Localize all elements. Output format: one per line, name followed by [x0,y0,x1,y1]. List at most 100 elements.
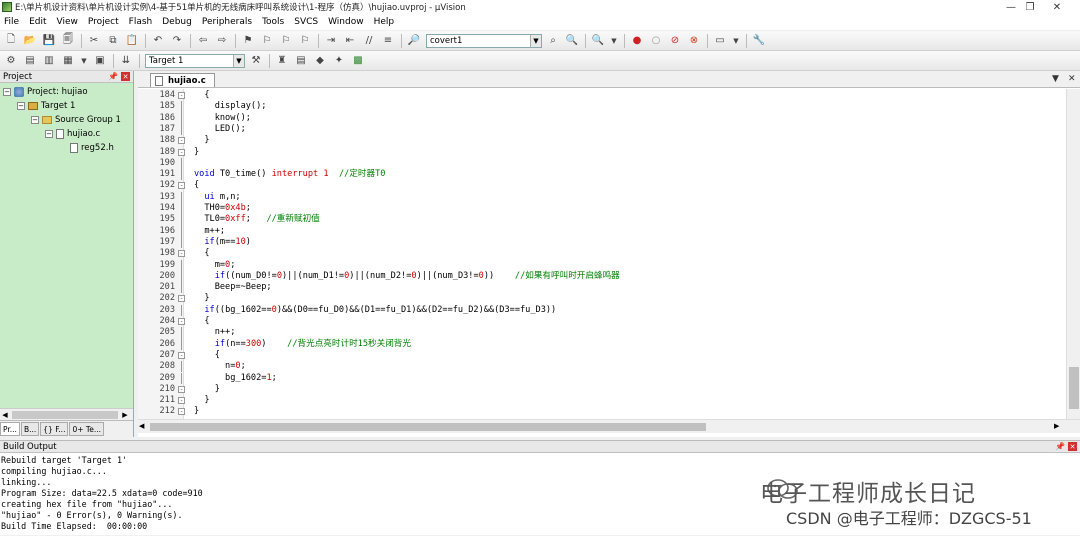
code-line[interactable]: 198- { [138,248,1068,259]
bookmark-icon[interactable]: ⚑ [241,34,255,48]
menu-svcs[interactable]: SVCS [294,17,318,27]
uncomment-icon[interactable]: ≡ [381,34,395,48]
unindent-icon[interactable]: ⇤ [343,34,357,48]
fold-toggle-icon[interactable]: - [178,295,185,303]
code-line[interactable]: 200 if((num_D0!=0)||(num_D1!=0)||(num_D2… [138,270,1068,283]
find-combo[interactable]: covert1 ▼ [426,33,542,48]
tab-books[interactable]: B... [20,422,40,436]
code-line[interactable]: 188- } [138,135,1068,146]
breakpoint-kill-all-icon[interactable]: ⊗ [687,34,701,48]
tab-list-icon[interactable]: ▼ [1052,74,1059,84]
code-line[interactable]: 207- { [138,350,1068,361]
code-line[interactable]: 186 know(); [138,112,1068,124]
translate-icon[interactable]: ⚙ [4,54,18,68]
stop-build-icon[interactable]: ▣ [93,54,107,68]
code-line[interactable]: 212-} [138,406,1068,417]
tab-templates[interactable]: 0+ Te... [69,422,104,436]
scroll-left-icon[interactable]: ◀ [139,422,144,430]
pin-icon[interactable]: 📌 [1055,442,1065,451]
new-file-icon[interactable]: 🗋 [4,34,18,48]
menu-help[interactable]: Help [374,17,395,27]
chevron-down-icon[interactable]: ▼ [530,34,541,47]
close-button[interactable]: ✕ [1034,0,1080,14]
fold-toggle-icon[interactable]: - [178,385,185,393]
menu-tools[interactable]: Tools [262,17,284,27]
chevron-down-icon[interactable]: ▼ [80,54,88,68]
tree-item-project[interactable]: − Project: hujiao [3,85,88,99]
code-line[interactable]: 195 TL0=0xff; //重新赋初值 [138,214,1068,226]
menu-flash[interactable]: Flash [129,17,153,27]
rebuild-icon[interactable]: ▥ [42,54,56,68]
scroll-left-icon[interactable]: ◀ [0,411,10,419]
project-hscrollbar[interactable]: ◀ ▶ [0,408,133,420]
undo-icon[interactable]: ↶ [151,34,165,48]
pack-installer-icon[interactable]: ✦ [332,54,346,68]
collapse-toggle[interactable]: − [31,116,39,124]
scroll-thumb[interactable] [1069,367,1079,409]
build-icon[interactable]: ▤ [23,54,37,68]
breakpoint-insert-icon[interactable]: ● [630,34,644,48]
find-icon[interactable]: 🔍 [565,34,579,48]
code-line[interactable]: 193 ui m,n; [138,191,1068,203]
menu-window[interactable]: Window [328,17,364,27]
code-line[interactable]: 202- } [138,293,1068,304]
collapse-toggle[interactable]: − [17,102,25,110]
code-line[interactable]: 208 n=0; [138,361,1068,373]
fold-toggle-icon[interactable]: - [178,137,185,145]
collapse-toggle[interactable]: − [3,88,11,96]
target-combo[interactable]: Target 1 ▼ [145,53,245,68]
fold-toggle-icon[interactable]: - [178,397,185,405]
tab-project[interactable]: Pr... [0,422,20,436]
code-line[interactable]: 192- { [138,180,1068,191]
pin-icon[interactable]: 📌 [108,72,118,81]
run-time-environment-icon[interactable]: ▩ [351,54,365,68]
file-extensions-icon[interactable]: ▤ [294,54,308,68]
editor-hscrollbar[interactable]: ◀ ▶ [138,419,1080,433]
fold-toggle-icon[interactable]: - [178,408,185,416]
incremental-find-icon[interactable]: ⌕ [546,34,560,48]
editor-vscrollbar[interactable] [1066,89,1080,419]
menu-debug[interactable]: Debug [162,17,192,27]
code-line[interactable]: 185 display(); [138,101,1068,113]
code-editor[interactable]: 184- {185 display(); 186 know(); 187 LED()… [138,89,1068,419]
indent-icon[interactable]: ⇥ [324,34,338,48]
code-line[interactable]: 206 if(n==300) //背光点亮时计时15秒关闭背光 [138,338,1068,350]
tab-hujiao-c[interactable]: hujiao.c [150,73,215,87]
code-line[interactable]: 204- { [138,316,1068,327]
close-icon[interactable]: ✕ [121,72,130,81]
fold-toggle-icon[interactable]: - [178,250,185,258]
batch-build-icon[interactable]: ▦ [61,54,75,68]
paste-icon[interactable]: 📋 [125,34,139,48]
fold-toggle-icon[interactable]: - [178,182,185,190]
chevron-down-icon[interactable]: ▼ [732,34,740,48]
comment-icon[interactable]: // [362,34,376,48]
nav-forward-icon[interactable]: ⇨ [215,34,229,48]
code-line[interactable]: 210- } [138,384,1068,395]
scroll-thumb[interactable] [12,410,118,419]
save-icon[interactable]: 💾 [42,34,56,48]
open-file-icon[interactable]: 📂 [23,34,37,48]
breakpoint-disable-icon[interactable]: ○ [649,34,663,48]
collapse-toggle[interactable]: − [45,130,53,138]
code-line[interactable]: 190 [138,157,1068,170]
prev-bookmark-icon[interactable]: ⚐ [260,34,274,48]
target-options-icon[interactable]: ⚒ [249,54,263,68]
manage-components-icon[interactable]: ♜ [275,54,289,68]
close-icon[interactable]: ✕ [1068,442,1077,451]
tab-functions[interactable]: {} F... [40,422,69,436]
next-bookmark-icon[interactable]: ⚐ [279,34,293,48]
code-line[interactable]: 196 m++; [138,225,1068,237]
tree-item-target[interactable]: − Target 1 [17,99,75,113]
code-line[interactable]: 194 TH0=0x4b; [138,203,1068,215]
window-layout-icon[interactable]: ▭ [713,34,727,48]
debug-start-icon[interactable]: 🔍 [591,34,605,48]
code-line[interactable]: 191 void T0_time() interrupt 1 //定时器T0 [138,169,1068,181]
code-line[interactable]: 184- { [138,90,1068,101]
cut-icon[interactable]: ✂ [87,34,101,48]
menu-view[interactable]: View [57,17,78,27]
fold-toggle-icon[interactable]: - [178,318,185,325]
download-icon[interactable]: ⇊ [119,54,133,68]
tree-item-source-group[interactable]: − Source Group 1 [31,113,121,127]
code-line[interactable]: 197 if(m==10) [138,236,1068,249]
code-line[interactable]: 203 if((bg_1602==0)&&(D0==fu_D0)&&(D1==f… [138,304,1068,316]
